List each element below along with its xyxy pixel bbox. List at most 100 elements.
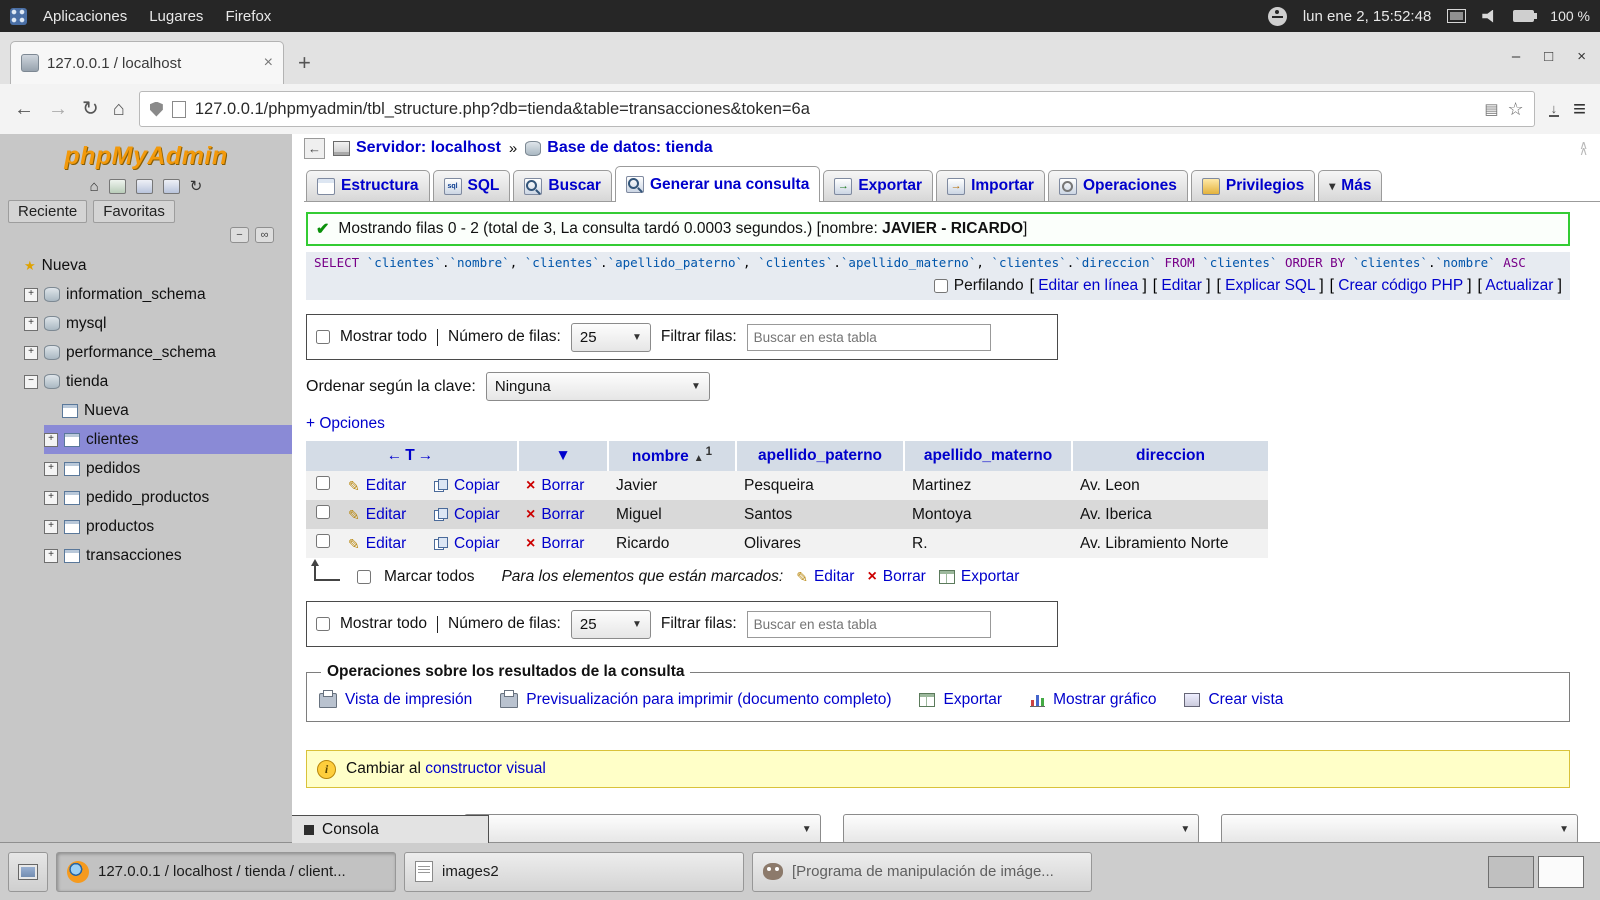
expand-icon[interactable]: + — [24, 317, 38, 331]
show-chart-link[interactable]: Mostrar gráfico — [1030, 691, 1156, 709]
network-icon[interactable] — [1447, 9, 1466, 23]
tree-item-nueva[interactable]: ★ Nueva — [0, 251, 292, 280]
volume-icon[interactable] — [1482, 10, 1497, 23]
create-view-link[interactable]: Crear vista — [1184, 691, 1283, 709]
tab-operaciones[interactable]: Operaciones — [1048, 170, 1188, 201]
tab-exportar[interactable]: Exportar — [823, 170, 933, 201]
logout-icon[interactable] — [109, 179, 126, 194]
rows-count-select[interactable]: 25▼ — [571, 323, 651, 352]
battery-icon[interactable] — [1513, 10, 1534, 22]
refresh-link[interactable]: Actualizar — [1485, 277, 1553, 294]
qbe-column-select-3[interactable]: ▼ — [1221, 814, 1578, 843]
with-selected-dropdown-icon[interactable]: ▼ — [518, 441, 608, 471]
tab-importar[interactable]: Importar — [936, 170, 1045, 201]
taskbar-item-firefox[interactable]: 127.0.0.1 / localhost / tienda / client.… — [56, 852, 396, 892]
expand-icon[interactable]: + — [44, 520, 58, 534]
bookmark-star-icon[interactable]: ☆ — [1508, 99, 1524, 120]
edit-row-link[interactable]: ✎Editar — [348, 535, 418, 553]
delete-selected-link[interactable]: ×Borrar — [867, 568, 925, 586]
close-button[interactable]: × — [1577, 48, 1586, 65]
expand-icon[interactable]: + — [44, 462, 58, 476]
breadcrumb-server-link[interactable]: Servidor: localhost — [333, 139, 501, 157]
copy-row-link[interactable]: Copiar — [434, 535, 510, 553]
save-page-icon[interactable]: ↓ — [1549, 102, 1560, 117]
console-bar[interactable]: Consola — [292, 815, 489, 843]
rows-count-select[interactable]: 25▼ — [571, 610, 651, 639]
forward-button[interactable]: → — [48, 99, 68, 119]
options-toggle-link[interactable]: + Opciones — [306, 415, 385, 433]
collapse-all-button[interactable]: − — [230, 227, 249, 243]
taskbar-item-gimp[interactable]: [Programa de manipulación de imáge... — [752, 852, 1092, 892]
tab-privilegios[interactable]: Privilegios — [1191, 170, 1315, 201]
expand-icon[interactable]: + — [44, 549, 58, 563]
workspace-2[interactable] — [1538, 856, 1584, 888]
menu-hamburger-icon[interactable]: ≡ — [1573, 96, 1586, 122]
back-button[interactable]: ← — [14, 99, 34, 119]
workspace-1[interactable] — [1488, 856, 1534, 888]
taskbar-item-images2[interactable]: images2 — [404, 852, 744, 892]
tab-mas[interactable]: ▾Más — [1318, 170, 1382, 201]
menu-aplicaciones[interactable]: Aplicaciones — [33, 4, 137, 29]
filter-rows-input[interactable] — [747, 324, 991, 351]
delete-row-link[interactable]: ×Borrar — [526, 477, 600, 495]
show-desktop-button[interactable] — [8, 852, 48, 892]
tree-item-transacciones[interactable]: + transacciones — [0, 541, 292, 570]
show-all-checkbox[interactable] — [316, 330, 330, 344]
profiling-checkbox[interactable] — [934, 279, 948, 293]
tab-generar-una-consulta[interactable]: Generar una consulta — [615, 166, 820, 202]
minimize-button[interactable]: – — [1512, 48, 1520, 65]
edit-row-link[interactable]: ✎Editar — [348, 506, 418, 524]
tab-sql[interactable]: SQL — [433, 170, 511, 201]
breadcrumb-database-link[interactable]: Base de datos: tienda — [525, 139, 712, 157]
edit-selected-link[interactable]: ✎Editar — [796, 568, 854, 586]
clock[interactable]: lun ene 2, 15:52:48 — [1303, 8, 1431, 25]
tab-buscar[interactable]: Buscar — [513, 170, 612, 201]
refresh-icon[interactable]: ↻ — [190, 179, 203, 194]
collapse-icon[interactable]: − — [24, 375, 38, 389]
tree-item-productos[interactable]: + productos — [0, 512, 292, 541]
tab-estructura[interactable]: Estructura — [306, 170, 430, 201]
export-selected-link[interactable]: Exportar — [939, 568, 1020, 586]
column-header-direccion[interactable]: direccion — [1072, 441, 1268, 471]
expand-icon[interactable]: + — [24, 288, 38, 302]
print-view-link[interactable]: Vista de impresión — [319, 691, 472, 709]
link-panel-button[interactable]: ∞ — [255, 227, 274, 243]
pma-logo[interactable]: phpMyAdmin — [0, 142, 292, 171]
tracking-shield-icon[interactable] — [150, 102, 163, 117]
qbe-column-select-2[interactable]: ▼ — [843, 814, 1200, 843]
tree-item-clientes[interactable]: + clientes — [0, 425, 292, 454]
create-php-link[interactable]: Crear código PHP — [1338, 277, 1463, 294]
tree-item-performance-schema[interactable]: + performance_schema — [0, 338, 292, 367]
tree-item-tienda[interactable]: − tienda — [0, 367, 292, 396]
inline-edit-link[interactable]: Editar en línea — [1038, 277, 1138, 294]
url-bar[interactable]: 127.0.0.1/phpmyadmin/tbl_structure.php?d… — [139, 91, 1535, 127]
tree-item-pedidos[interactable]: + pedidos — [0, 454, 292, 483]
reader-mode-icon[interactable]: ▤ — [1484, 100, 1498, 118]
tree-item-tienda-nueva[interactable]: Nueva — [0, 396, 292, 425]
column-header-apellido-paterno[interactable]: apellido_paterno — [736, 441, 904, 471]
tree-item-information-schema[interactable]: + information_schema — [0, 280, 292, 309]
tree-item-pedido-productos[interactable]: + pedido_productos — [0, 483, 292, 512]
home-button[interactable]: ⌂ — [113, 99, 125, 119]
show-all-checkbox[interactable] — [316, 617, 330, 631]
collapse-panel-icon[interactable]: ∧∧ — [1579, 142, 1588, 154]
url-text[interactable]: 127.0.0.1/phpmyadmin/tbl_structure.php?d… — [195, 100, 1475, 119]
delete-row-link[interactable]: ×Borrar — [526, 535, 600, 553]
copy-row-link[interactable]: Copiar — [434, 477, 510, 495]
reload-button[interactable]: ↻ — [82, 99, 99, 119]
docs-icon[interactable] — [163, 179, 180, 194]
explain-sql-link[interactable]: Explicar SQL — [1225, 277, 1315, 294]
tab-close-icon[interactable]: × — [264, 54, 273, 72]
edit-link[interactable]: Editar — [1161, 277, 1202, 294]
column-header-nombre[interactable]: nombre▲1 — [608, 441, 736, 471]
maximize-button[interactable]: □ — [1544, 48, 1553, 65]
edit-row-link[interactable]: ✎Editar — [348, 477, 418, 495]
row-checkbox[interactable] — [316, 505, 330, 519]
browser-tab[interactable]: 127.0.0.1 / localhost × — [10, 41, 284, 84]
tree-item-mysql[interactable]: + mysql — [0, 309, 292, 338]
new-tab-button[interactable]: + — [284, 42, 325, 84]
page-info-icon[interactable] — [172, 101, 186, 118]
back-arrow-button[interactable]: ← — [304, 138, 325, 159]
query-window-icon[interactable] — [136, 179, 153, 194]
print-preview-link[interactable]: Previsualización para imprimir (document… — [500, 691, 891, 709]
